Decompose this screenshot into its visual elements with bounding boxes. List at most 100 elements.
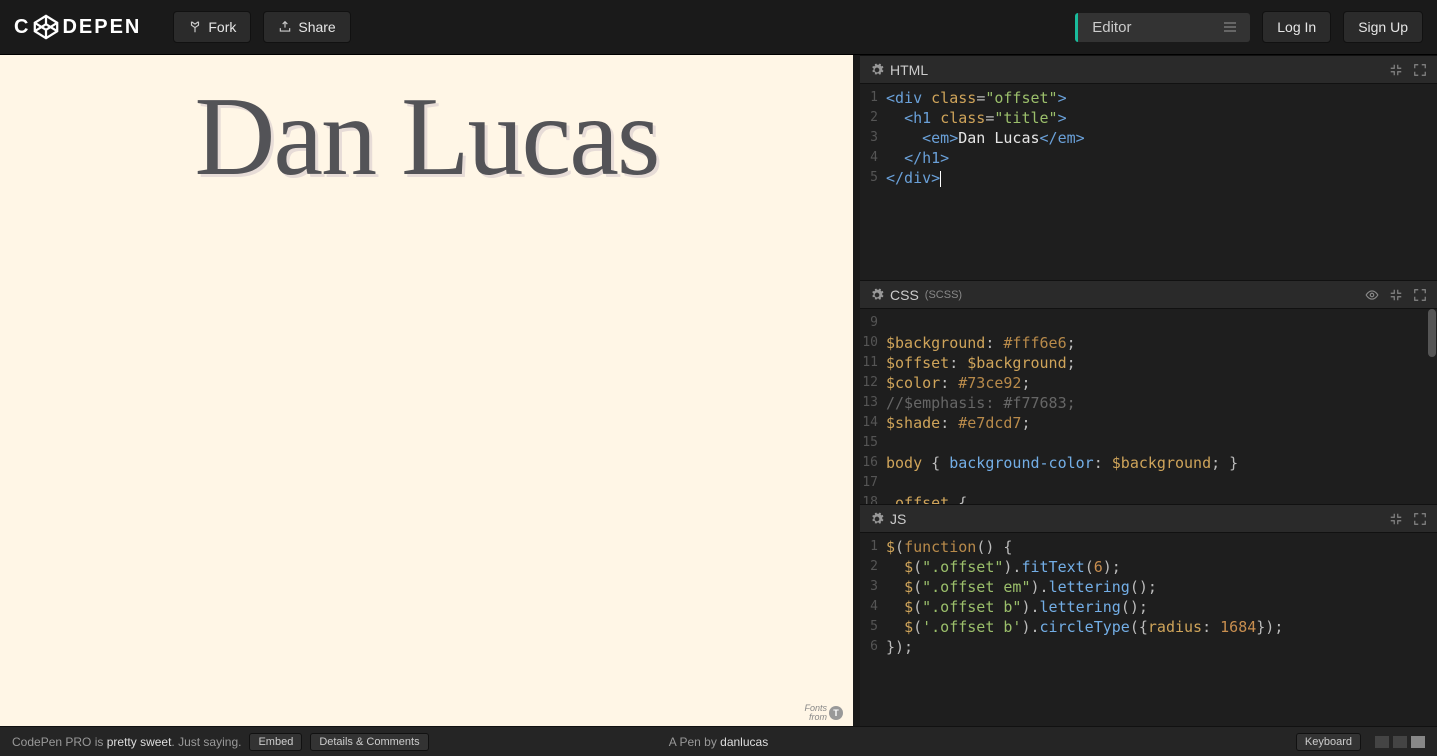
preview-pane: Dan Lucas Fonts from T <box>0 55 860 726</box>
compress-icon[interactable] <box>1389 512 1403 526</box>
compress-icon[interactable] <box>1389 288 1403 302</box>
code-line[interactable]: 18.offset { <box>860 493 1437 504</box>
line-number: 9 <box>860 313 886 333</box>
panel-js: JS 1$(function() {2 $(".offset").fitText… <box>860 504 1437 726</box>
code-editor-css[interactable]: 910$background: #fff6e6;11$offset: $back… <box>860 309 1437 504</box>
compress-icon[interactable] <box>1389 63 1403 77</box>
share-icon <box>278 20 292 34</box>
preview-title: Dan Lucas <box>0 73 853 202</box>
fonts-badge[interactable]: Fonts from T <box>804 704 843 722</box>
code-line[interactable]: 6}); <box>860 637 1437 657</box>
layout-switcher <box>1375 736 1425 748</box>
code-line[interactable]: 4 </h1> <box>860 148 1437 168</box>
code-line[interactable]: 11$offset: $background; <box>860 353 1437 373</box>
view-selector-label: Editor <box>1092 19 1131 36</box>
details-button[interactable]: Details & Comments <box>310 733 428 751</box>
eye-icon[interactable] <box>1365 288 1379 302</box>
code-line[interactable]: 12$color: #73ce92; <box>860 373 1437 393</box>
expand-icon[interactable] <box>1413 288 1427 302</box>
code-line[interactable]: 3 $(".offset em").lettering(); <box>860 577 1437 597</box>
line-number: 16 <box>860 453 886 473</box>
code-line[interactable]: 16body { background-color: $background; … <box>860 453 1437 473</box>
code-line[interactable]: 2 <h1 class="title"> <box>860 108 1437 128</box>
code-line[interactable]: 5 $('.offset b').circleType({radius: 168… <box>860 617 1437 637</box>
code-line[interactable]: 13//$emphasis: #f77683; <box>860 393 1437 413</box>
code-line[interactable]: 4 $(".offset b").lettering(); <box>860 597 1437 617</box>
line-number: 4 <box>860 597 886 617</box>
panel-js-label: JS <box>890 511 906 527</box>
panel-css-header: CSS (SCSS) <box>860 280 1437 309</box>
gear-icon[interactable] <box>870 63 884 77</box>
fonts-badge-bottom: from <box>809 713 827 722</box>
app-footer: CodePen PRO is pretty sweet. Just saying… <box>0 726 1437 756</box>
fork-icon <box>188 20 202 34</box>
fork-button[interactable]: Fork <box>173 11 251 43</box>
line-number: 5 <box>860 617 886 637</box>
code-editor-js[interactable]: 1$(function() {2 $(".offset").fitText(6)… <box>860 533 1437 726</box>
layout-option-2[interactable] <box>1393 736 1407 748</box>
code-line[interactable]: 1<div class="offset"> <box>860 88 1437 108</box>
code-line[interactable]: 14$shade: #e7dcd7; <box>860 413 1437 433</box>
line-number: 6 <box>860 637 886 657</box>
line-number: 5 <box>860 168 886 188</box>
pen-byline: A Pen by danlucas <box>669 735 768 749</box>
promo-text: CodePen PRO is pretty sweet. Just saying… <box>12 735 241 749</box>
line-number: 1 <box>860 537 886 557</box>
logo-text-left: C <box>14 16 30 39</box>
signup-button[interactable]: Sign Up <box>1343 11 1423 43</box>
code-line[interactable]: 1$(function() { <box>860 537 1437 557</box>
author-link[interactable]: danlucas <box>720 735 768 749</box>
expand-icon[interactable] <box>1413 512 1427 526</box>
line-number: 4 <box>860 148 886 168</box>
panel-css-sublabel: (SCSS) <box>925 289 962 301</box>
line-number: 2 <box>860 557 886 577</box>
line-number: 17 <box>860 473 886 493</box>
hamburger-icon <box>1224 22 1236 32</box>
line-number: 2 <box>860 108 886 128</box>
line-number: 14 <box>860 413 886 433</box>
login-button[interactable]: Log In <box>1262 11 1331 43</box>
share-button[interactable]: Share <box>263 11 350 43</box>
panel-js-header: JS <box>860 504 1437 533</box>
login-label: Log In <box>1277 19 1316 35</box>
logo-text-right: DEPEN <box>62 16 141 39</box>
code-line[interactable]: 2 $(".offset").fitText(6); <box>860 557 1437 577</box>
panel-css-label: CSS <box>890 287 919 303</box>
line-number: 1 <box>860 88 886 108</box>
main-area: Dan Lucas Fonts from T HTML 1<div class=… <box>0 55 1437 726</box>
layout-option-3[interactable] <box>1411 736 1425 748</box>
code-line[interactable]: 15 <box>860 433 1437 453</box>
typekit-icon: T <box>829 706 843 720</box>
line-number: 18 <box>860 493 886 504</box>
codepen-logo-icon <box>32 13 60 41</box>
panel-html-header: HTML <box>860 55 1437 84</box>
editors-column: HTML 1<div class="offset">2 <h1 class="t… <box>860 55 1437 726</box>
keyboard-button[interactable]: Keyboard <box>1296 733 1361 751</box>
code-editor-html[interactable]: 1<div class="offset">2 <h1 class="title"… <box>860 84 1437 280</box>
code-line[interactable]: 17 <box>860 473 1437 493</box>
code-line[interactable]: 3 <em>Dan Lucas</em> <box>860 128 1437 148</box>
line-number: 10 <box>860 333 886 353</box>
layout-option-1[interactable] <box>1375 736 1389 748</box>
scrollbar-thumb[interactable] <box>1428 309 1436 357</box>
gear-icon[interactable] <box>870 512 884 526</box>
codepen-logo[interactable]: C DEPEN <box>14 13 141 41</box>
panel-css: CSS (SCSS) 910$background: #fff6e6;11$of… <box>860 280 1437 504</box>
view-selector[interactable]: Editor <box>1075 13 1250 42</box>
line-number: 11 <box>860 353 886 373</box>
line-number: 12 <box>860 373 886 393</box>
line-number: 13 <box>860 393 886 413</box>
signup-label: Sign Up <box>1358 19 1408 35</box>
expand-icon[interactable] <box>1413 63 1427 77</box>
app-header: C DEPEN Fork Share Editor Log In Sign Up <box>0 0 1437 55</box>
share-label: Share <box>298 19 335 35</box>
text-cursor <box>940 171 941 187</box>
code-line[interactable]: 9 <box>860 313 1437 333</box>
gear-icon[interactable] <box>870 288 884 302</box>
embed-button[interactable]: Embed <box>249 733 302 751</box>
panel-html: HTML 1<div class="offset">2 <h1 class="t… <box>860 55 1437 280</box>
fork-label: Fork <box>208 19 236 35</box>
line-number: 3 <box>860 128 886 148</box>
code-line[interactable]: 10$background: #fff6e6; <box>860 333 1437 353</box>
code-line[interactable]: 5</div> <box>860 168 1437 188</box>
